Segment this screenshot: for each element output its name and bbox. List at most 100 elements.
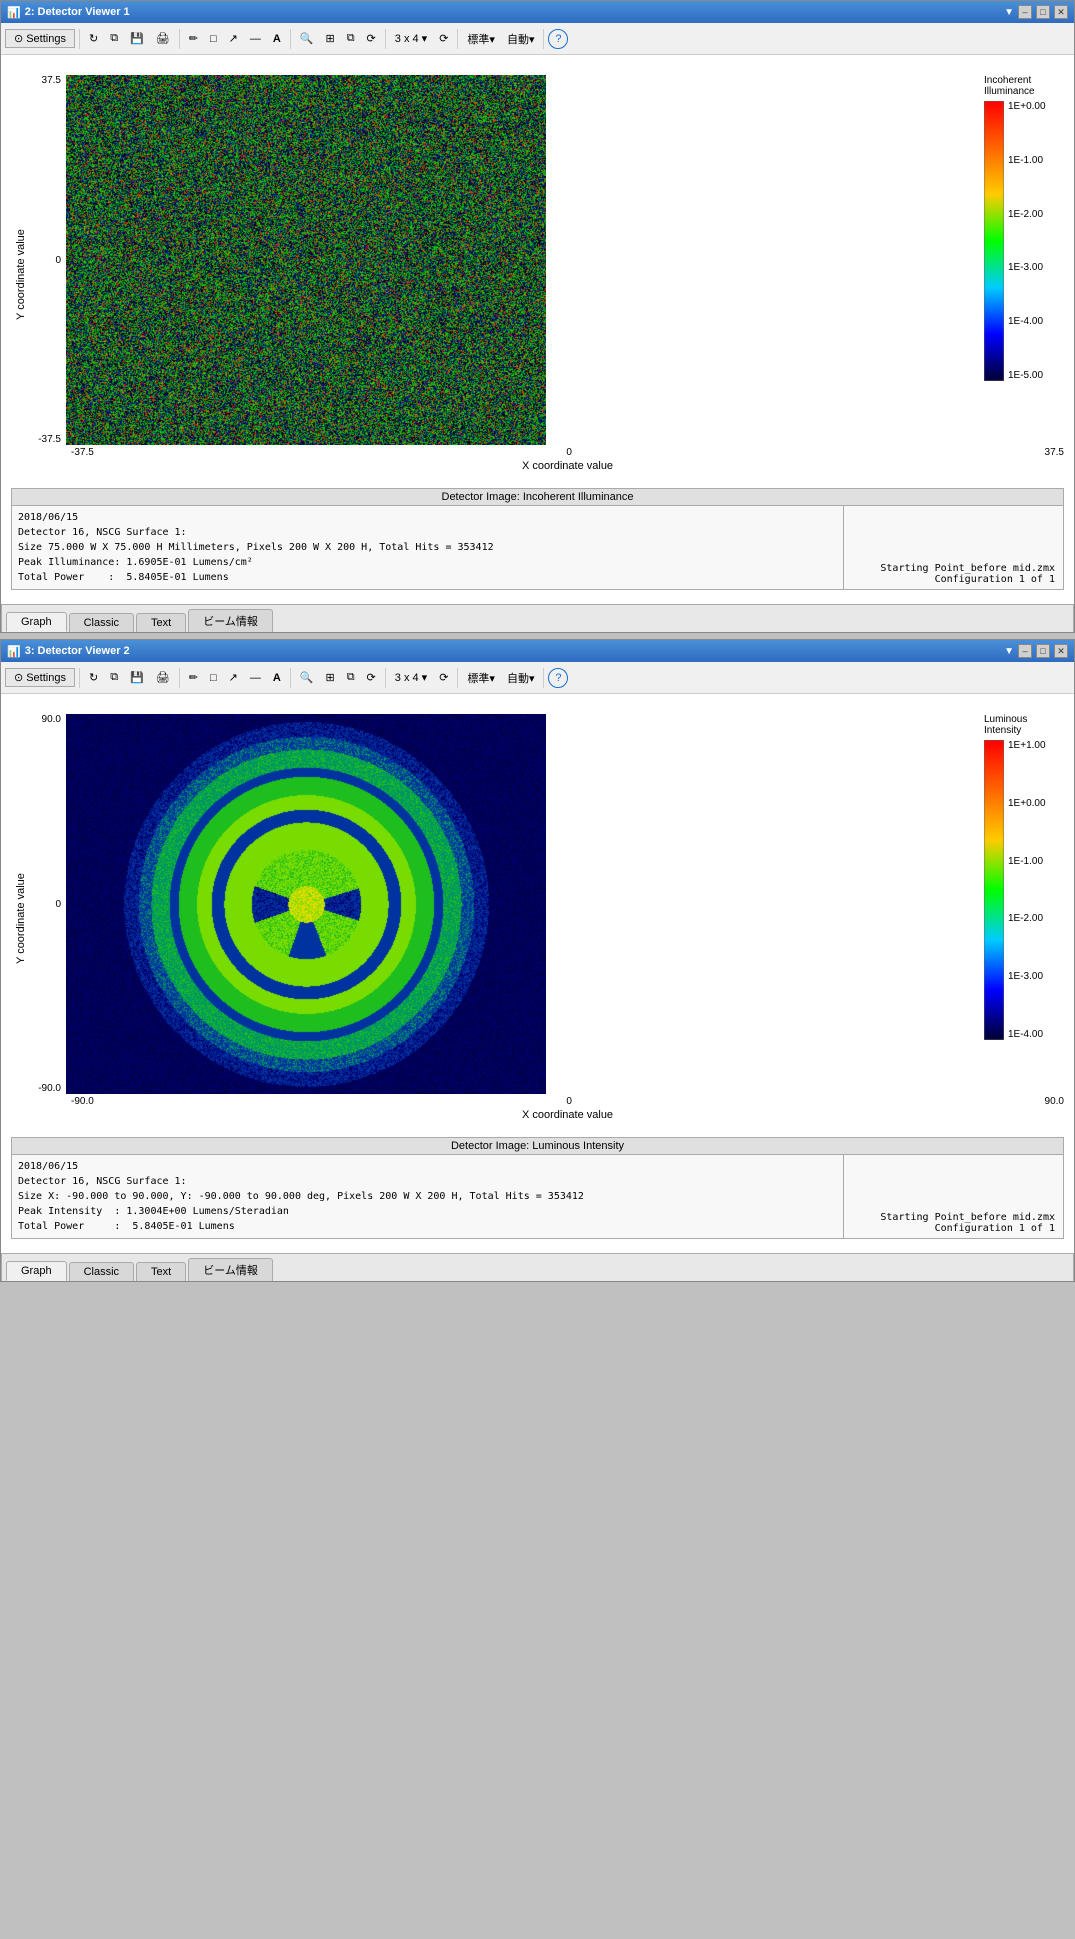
grid-btn-2[interactable]: ⊞ xyxy=(320,666,339,690)
arrow-btn-2[interactable]: ↗ xyxy=(224,666,243,690)
info-header-2: Detector Image: Luminous Intensity xyxy=(12,1138,1063,1155)
tab-graph-2[interactable]: Graph xyxy=(6,1261,67,1281)
print-btn-1[interactable]: 🖨 xyxy=(151,27,175,51)
chart-canvas-wrap-1[interactable] xyxy=(66,75,974,445)
tab-beam-1[interactable]: ビーム情報 xyxy=(188,609,273,632)
sync-btn-2[interactable]: ⟳ xyxy=(434,666,453,690)
info-left-text-1: 2018/06/15 Detector 16, NSCG Surface 1: … xyxy=(18,512,494,583)
layout-btn-2[interactable]: 3 x 4 ▾ xyxy=(390,666,432,690)
cb-label-2-3: 1E-2.00 xyxy=(1008,913,1046,924)
rect-btn-1[interactable]: □ xyxy=(205,27,222,51)
tab-text-1[interactable]: Text xyxy=(136,613,186,632)
detector-viewer-2: 📊 3: Detector Viewer 2 ▼ – □ ✕ ⊙ Setting… xyxy=(0,639,1075,1282)
minimize-btn-2[interactable]: – xyxy=(1018,644,1032,658)
tab-beam-2[interactable]: ビーム情報 xyxy=(188,1258,273,1281)
y-axis-label-2: Y coordinate value xyxy=(11,714,31,1123)
grid-btn-1[interactable]: ⊞ xyxy=(320,27,339,51)
tab-graph-1[interactable]: Graph xyxy=(6,612,67,632)
save-btn-1[interactable]: 💾 xyxy=(125,27,149,51)
settings-btn-2[interactable]: ⊙ Settings xyxy=(5,668,75,687)
x-tick-mid-1: 0 xyxy=(566,447,572,458)
help-btn-1[interactable]: ? xyxy=(548,29,568,49)
window-icon-1: 📊 xyxy=(7,6,21,19)
x-axis-container-2: -90.0 0 90.0 X coordinate value xyxy=(71,1094,1064,1123)
close-btn-2[interactable]: ✕ xyxy=(1054,644,1068,658)
colorbar-canvas-1 xyxy=(984,101,1004,381)
layout-btn-1[interactable]: 3 x 4 ▾ xyxy=(390,27,432,51)
toolbar-1: ⊙ Settings ↻ ⧉ 💾 🖨 ✏ □ ↗ — A 🔍 ⊞ ⧉ ⟳ 3 x… xyxy=(1,23,1074,55)
colorbar-title-1: Incoherent Illuminance xyxy=(984,75,1035,97)
colorbar-wrap-1: 1E+0.00 1E-1.00 1E-2.00 1E-3.00 1E-4.00 … xyxy=(984,101,1046,381)
settings-btn-1[interactable]: ⊙ Settings xyxy=(5,29,75,48)
x-axis-labels-1: -37.5 0 37.5 xyxy=(71,445,1064,458)
line-btn-1[interactable]: — xyxy=(245,27,266,51)
refresh-btn-1[interactable]: ↻ xyxy=(84,27,103,51)
restore-btn-2[interactable]: □ xyxy=(1036,644,1050,658)
y-tick-min-1: -37.5 xyxy=(31,434,61,445)
line-btn-2[interactable]: — xyxy=(245,666,266,690)
colorbar-2: Luminous Intensity 1E+1.00 1E+0.00 1E-1.… xyxy=(984,714,1064,1094)
chart-area-1: Y coordinate value 37.5 0 -37.5 Incohere… xyxy=(11,65,1064,484)
sep-2f xyxy=(543,668,544,688)
arrow-btn-1[interactable]: ↗ xyxy=(224,27,243,51)
refresh-btn-2[interactable]: ↻ xyxy=(84,666,103,690)
detector-canvas-1[interactable] xyxy=(66,75,546,445)
zoom-btn-2[interactable]: 🔍 xyxy=(295,666,319,690)
copy2-btn-2[interactable]: ⧉ xyxy=(342,666,360,690)
window-title-1: 2: Detector Viewer 1 xyxy=(25,6,130,18)
auto-btn-2[interactable]: 自動▾ xyxy=(502,666,540,690)
tab-classic-2[interactable]: Classic xyxy=(69,1262,134,1281)
chart-area-2: Y coordinate value 90.0 0 -90.0 Luminous… xyxy=(11,704,1064,1133)
cb-label-1-5: 1E-5.00 xyxy=(1008,370,1046,381)
zoom-btn-1[interactable]: 🔍 xyxy=(295,27,319,51)
minimize-btn-1[interactable]: – xyxy=(1018,5,1032,19)
standard-btn-2[interactable]: 標準▾ xyxy=(462,666,500,690)
title-bar-left-1: 📊 2: Detector Viewer 1 xyxy=(7,6,130,19)
chart-with-axes-2: 90.0 0 -90.0 Luminous Intensity 1E+1.00 xyxy=(31,714,1064,1123)
cb-label-1-0: 1E+0.00 xyxy=(1008,101,1046,112)
detector-canvas-2[interactable] xyxy=(66,714,546,1094)
restore-btn-1[interactable]: □ xyxy=(1036,5,1050,19)
info-right-1: Starting Point_before mid.zmx Configurat… xyxy=(843,506,1063,589)
colorbar-labels-1: 1E+0.00 1E-1.00 1E-2.00 1E-3.00 1E-4.00 … xyxy=(1008,101,1046,381)
sep-1d xyxy=(385,29,386,49)
text-btn-1[interactable]: A xyxy=(268,27,286,51)
y-ticks-1: 37.5 0 -37.5 xyxy=(31,75,66,445)
save-btn-2[interactable]: 💾 xyxy=(125,666,149,690)
sep-2e xyxy=(457,668,458,688)
tab-classic-1[interactable]: Classic xyxy=(69,613,134,632)
copy2-btn-1[interactable]: ⧉ xyxy=(342,27,360,51)
title-bar-1: 📊 2: Detector Viewer 1 ▼ – □ ✕ xyxy=(1,1,1074,23)
colorbar-canvas-2 xyxy=(984,740,1004,1040)
print-btn-2[interactable]: 🖨 xyxy=(151,666,175,690)
toolbar-2: ⊙ Settings ↻ ⧉ 💾 🖨 ✏ □ ↗ — A 🔍 ⊞ ⧉ ⟳ 3 x… xyxy=(1,662,1074,694)
settings-chevron-icon-1: ⊙ xyxy=(14,32,23,45)
pencil-btn-1[interactable]: ✏ xyxy=(184,27,203,51)
pin-icon-2: ▼ xyxy=(1004,646,1014,657)
x-axis-container-1: -37.5 0 37.5 X coordinate value xyxy=(71,445,1064,474)
close-btn-1[interactable]: ✕ xyxy=(1054,5,1068,19)
pencil-btn-2[interactable]: ✏ xyxy=(184,666,203,690)
rotate-btn-2[interactable]: ⟳ xyxy=(362,666,381,690)
copy-btn-1[interactable]: ⧉ xyxy=(105,27,123,51)
sync-btn-1[interactable]: ⟳ xyxy=(434,27,453,51)
copy-btn-2[interactable]: ⧉ xyxy=(105,666,123,690)
standard-btn-1[interactable]: 標準▾ xyxy=(462,27,500,51)
chart-content-2: Y coordinate value 90.0 0 -90.0 Luminous… xyxy=(1,694,1074,1253)
auto-btn-1[interactable]: 自動▾ xyxy=(502,27,540,51)
rect-btn-2[interactable]: □ xyxy=(205,666,222,690)
title-bar-right-1: ▼ – □ ✕ xyxy=(1004,5,1068,19)
tab-text-2[interactable]: Text xyxy=(136,1262,186,1281)
chart-canvas-wrap-2[interactable] xyxy=(66,714,974,1094)
info-body-1: 2018/06/15 Detector 16, NSCG Surface 1: … xyxy=(12,506,1063,589)
sep-2c xyxy=(290,668,291,688)
x-tick-min-2: -90.0 xyxy=(71,1096,94,1107)
text-btn-2[interactable]: A xyxy=(268,666,286,690)
rotate-btn-1[interactable]: ⟳ xyxy=(362,27,381,51)
y-tick-mid-1: 0 xyxy=(31,255,61,266)
sep-1e xyxy=(457,29,458,49)
y-axis-label-1: Y coordinate value xyxy=(11,75,31,474)
sep-1f xyxy=(543,29,544,49)
help-btn-2[interactable]: ? xyxy=(548,668,568,688)
colorbar-title-2: Luminous Intensity xyxy=(984,714,1027,736)
